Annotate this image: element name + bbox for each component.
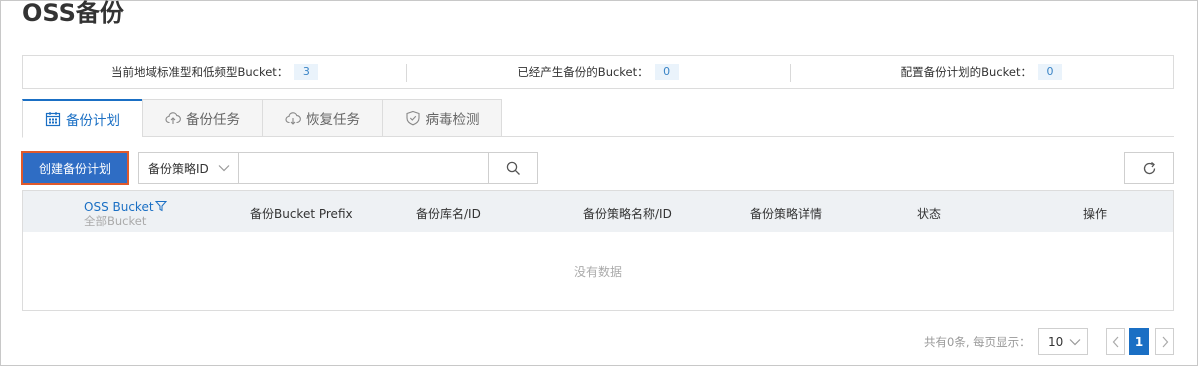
column-backup-prefix: 备份Bucket Prefix — [250, 207, 353, 221]
column-vault-name: 备份库名/ID — [416, 207, 481, 221]
next-page-button[interactable] — [1155, 328, 1174, 355]
tab-label: 恢复任务 — [306, 112, 360, 128]
chevron-down-icon — [218, 165, 230, 172]
stat-label: 当前地域标准型和低频型Bucket： — [110, 65, 289, 79]
filter-field-select[interactable]: 备份策略ID — [138, 152, 239, 184]
stat-badge: 0 — [1037, 64, 1062, 80]
column-policy-name: 备份策略名称/ID — [583, 207, 672, 221]
chevron-right-icon — [1162, 336, 1168, 347]
stat-label: 配置备份计划的Bucket： — [900, 65, 1032, 79]
current-page-button[interactable]: 1 — [1129, 328, 1149, 355]
refresh-icon — [1143, 161, 1155, 174]
tab-label: 备份计划 — [66, 113, 120, 129]
stats-bar: 当前地域标准型和低频型Bucket： 3 已经产生备份的Bucket： 0 配置… — [22, 55, 1174, 89]
refresh-button[interactable] — [1124, 152, 1174, 184]
tab-restore-tasks[interactable]: 恢复任务 — [262, 99, 382, 137]
stat-planned-buckets: 配置备份计划的Bucket： 0 — [789, 64, 1173, 82]
tab-backup-plan[interactable]: 备份计划 — [22, 99, 142, 138]
tab-virus-scan[interactable]: 病毒检测 — [382, 99, 502, 137]
stat-badge: 0 — [654, 64, 679, 80]
column-actions: 操作 — [1083, 207, 1108, 221]
search-button[interactable] — [488, 152, 538, 184]
calendar-icon — [45, 112, 61, 127]
stat-region-buckets: 当前地域标准型和低频型Bucket： 3 — [23, 64, 406, 80]
column-oss-bucket[interactable]: OSS Bucket 全部Bucket — [84, 200, 167, 228]
search-icon — [506, 161, 520, 175]
page-size-select[interactable]: 10 — [1038, 328, 1088, 355]
column-filter-value: 全部Bucket — [84, 214, 147, 228]
stat-badge: 3 — [294, 64, 319, 80]
chevron-left-icon — [1112, 336, 1118, 347]
tab-label: 备份任务 — [186, 112, 240, 128]
create-backup-plan-button[interactable]: 创建备份计划 — [21, 151, 129, 185]
stat-label: 已经产生备份的Bucket： — [517, 65, 649, 79]
filter-icon[interactable] — [154, 200, 167, 212]
shield-check-icon — [405, 110, 420, 126]
cloud-download-icon — [285, 112, 301, 125]
page-title: OSS备份 — [22, 0, 124, 27]
tab-bar: 备份计划 备份任务 恢复任务 病毒检测 — [22, 99, 1174, 138]
search-input[interactable] — [238, 152, 489, 184]
tab-label: 病毒检测 — [425, 112, 480, 128]
prev-page-button[interactable] — [1106, 328, 1125, 355]
table-header: OSS Bucket 全部Bucket 备份Bucket Prefix 备份库名… — [23, 191, 1173, 232]
stat-backed-up-buckets: 已经产生备份的Bucket： 0 — [406, 64, 789, 82]
filter-selected-value: 备份策略ID — [148, 161, 209, 176]
chevron-down-icon — [1069, 339, 1081, 346]
pagination-summary: 共有0条, 每页显示： — [924, 335, 1031, 349]
backup-plan-table: OSS Bucket 全部Bucket 备份Bucket Prefix 备份库名… — [22, 190, 1174, 311]
column-policy-details: 备份策略详情 — [750, 207, 823, 221]
cloud-upload-icon — [165, 112, 181, 124]
tab-backup-tasks[interactable]: 备份任务 — [142, 99, 262, 137]
column-status: 状态 — [917, 207, 942, 221]
page-size-value: 10 — [1048, 334, 1064, 349]
column-label: OSS Bucket — [84, 200, 154, 214]
empty-state: 没有数据 — [573, 264, 622, 279]
